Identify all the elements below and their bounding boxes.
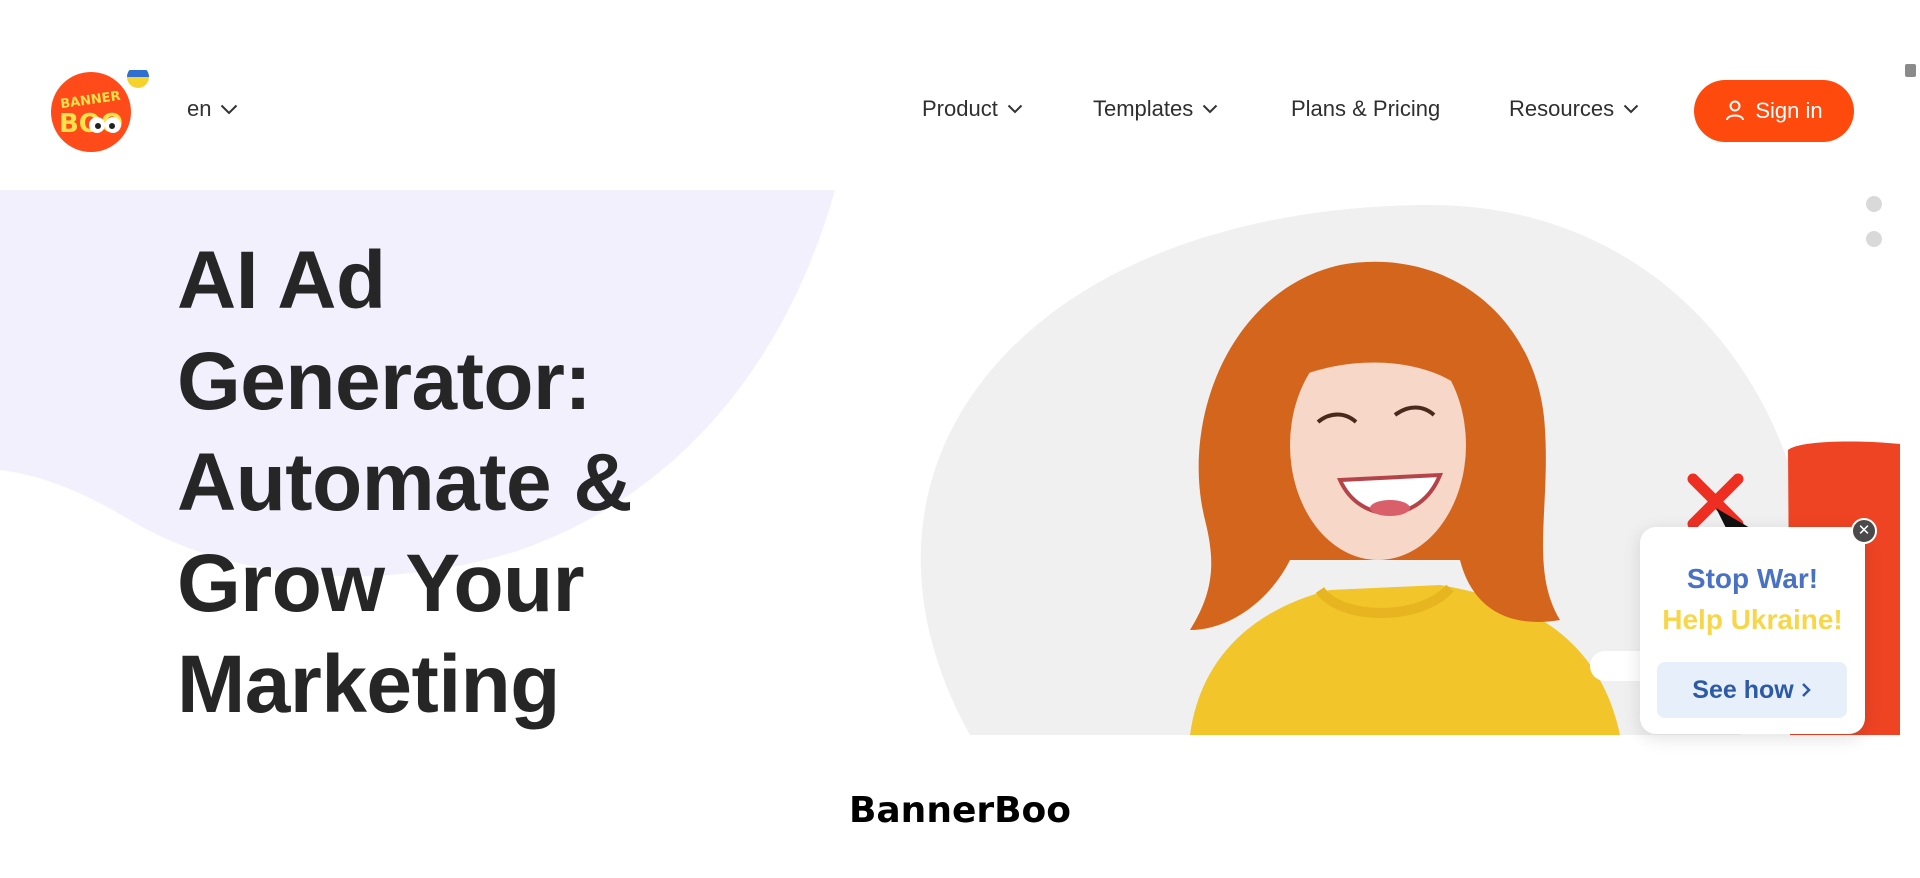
hero-title-line: Marketing [177,639,560,730]
nav-resources-label: Resources [1509,96,1615,121]
chevron-right-icon [1801,683,1811,697]
bannerboo-logo[interactable]: BANNER BOO [51,70,149,152]
brand-caption: BannerBoo [848,790,1072,831]
page-scrollbar[interactable] [1900,0,1920,878]
see-how-button[interactable]: See how [1657,662,1847,718]
nav-product[interactable]: Product [922,96,1023,122]
scrollbar-thumb[interactable] [1905,64,1916,77]
language-selector[interactable]: en [187,96,238,122]
nav-plans-pricing[interactable]: Plans & Pricing [1291,96,1440,122]
hero-title-line: Generator: [177,336,592,427]
hero-section: AI Ad Generator: Automate & Grow Your Ma… [0,190,1900,735]
page: BANNER BOO en Product Templates [0,0,1920,878]
slider-dot[interactable] [1866,231,1882,247]
see-how-label: See how [1692,675,1794,704]
nav-templates-label: Templates [1093,96,1194,121]
nav-resources[interactable]: Resources [1509,96,1639,122]
chevron-down-icon [1203,104,1218,114]
nav-templates[interactable]: Templates [1093,96,1218,122]
user-icon [1726,100,1745,121]
slider-dot[interactable] [1866,196,1882,212]
hero-title-line: Grow Your [177,538,585,629]
chevron-down-icon [1007,104,1023,114]
nav-plans-pricing-label: Plans & Pricing [1291,96,1441,121]
close-icon[interactable]: ✕ [1851,518,1877,544]
logo-icon: BANNER BOO [51,70,149,152]
popup-subheading: Help Ukraine! [1662,604,1843,635]
chevron-down-icon [221,104,238,114]
hero-title: AI Ad Generator: Automate & Grow Your Ma… [177,230,737,735]
help-ukraine-popup: ✕ Stop War! Help Ukraine! See how [1640,518,1877,734]
sign-in-label: Sign in [1755,98,1823,123]
language-label: en [187,96,212,121]
site-header: BANNER BOO en Product Templates [0,0,1900,190]
hero-title-line: Automate & [177,437,633,528]
sign-in-button[interactable]: Sign in [1694,80,1854,142]
chevron-down-icon [1623,104,1639,114]
hero-title-line: AI Ad [177,235,386,326]
popup-heading: Stop War! [1686,563,1819,594]
nav-product-label: Product [922,96,998,121]
